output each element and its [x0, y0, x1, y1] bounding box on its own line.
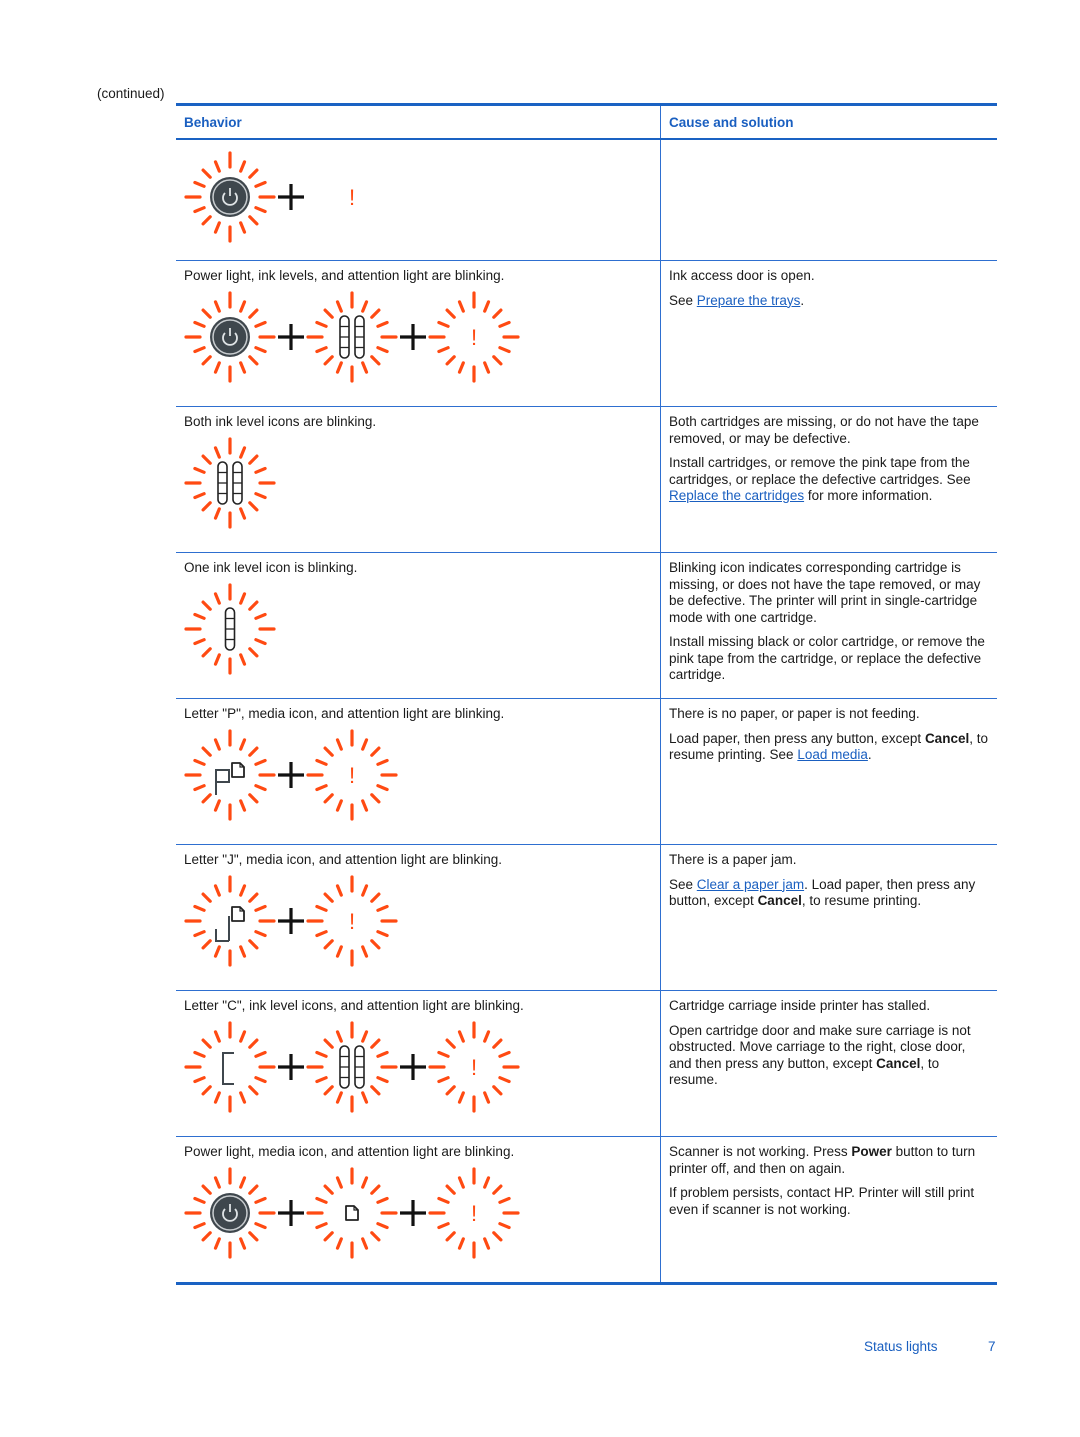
svg-text:!: !: [349, 185, 355, 210]
cause-cell: There is no paper, or paper is not feedi…: [669, 706, 988, 762]
icon-sequence: !: [184, 728, 652, 821]
ink-level-icon: [184, 582, 276, 675]
table-header: Behavior Cause and solution: [176, 106, 997, 140]
behavior-text: Letter "C", ink level icons, and attenti…: [184, 998, 524, 1013]
attention-light-icon: !: [428, 290, 520, 383]
cause-text: Blinking icon indicates corresponding ca…: [669, 560, 981, 625]
table-row: Power light, media icon, and attention l…: [176, 1136, 997, 1282]
cause-cell: There is a paper jam. See Clear a paper …: [661, 845, 997, 990]
cause-cell: Blinking icon indicates corresponding ca…: [661, 553, 997, 698]
load-media-link[interactable]: Load media: [797, 747, 868, 762]
plus-icon: [274, 1196, 308, 1230]
plus-icon: [274, 904, 308, 938]
plus-icon: [396, 1196, 430, 1230]
plus-icon: [396, 320, 430, 354]
cause-text: There is no paper, or paper is not feedi…: [669, 706, 920, 721]
icon-sequence: !: [184, 1020, 652, 1113]
cause-text: If problem persists, contact HP. Printer…: [669, 1185, 975, 1217]
cause-text: Both cartridges are missing, or do not h…: [669, 414, 979, 446]
ink-levels-icon: [306, 1020, 398, 1113]
cause-cell: Ink access door is open. See Prepare the…: [661, 261, 997, 406]
icon-sequence: [184, 436, 652, 529]
table-row: Letter "C", ink level icons, and attenti…: [176, 990, 997, 1136]
behavior-text: Letter "J", media icon, and attention li…: [184, 852, 503, 867]
icon-sequence: [184, 582, 652, 675]
ink-levels-icon: [184, 436, 276, 529]
cause-text: Install missing black or color cartridge…: [669, 634, 985, 682]
cause-text: There is a paper jam.: [669, 852, 797, 867]
cause-cell: Cartridge carriage inside printer has st…: [661, 991, 997, 1136]
attention-light-icon: !: [306, 728, 398, 821]
page-number: 7: [988, 1339, 996, 1354]
svg-text:!: !: [471, 1055, 477, 1080]
icon-sequence: !: [184, 290, 652, 383]
footer-section-title: Status lights: [864, 1339, 938, 1354]
clear-a-paper-jam-link[interactable]: Clear a paper jam: [697, 877, 804, 892]
cause-cell: Both cartridges are missing, or do not h…: [661, 407, 997, 552]
svg-text:!: !: [349, 763, 355, 788]
attention-light-icon: !: [306, 874, 398, 967]
table-row: Power light, ink levels, and attention l…: [176, 260, 997, 406]
cause-cell: [661, 140, 997, 260]
plus-icon: [274, 1050, 308, 1084]
svg-text:!: !: [349, 909, 355, 934]
behavior-text: Power light, media icon, and attention l…: [184, 1144, 515, 1159]
plus-icon: [274, 758, 308, 792]
plus-icon: [396, 1050, 430, 1084]
attention-light-icon: !: [428, 1166, 520, 1259]
cause-text: Cartridge carriage inside printer has st…: [669, 998, 931, 1013]
prepare-the-trays-link[interactable]: Prepare the trays: [697, 293, 801, 308]
attention-light-icon: !: [306, 151, 398, 243]
letter-p-media-icon: [184, 728, 276, 821]
status-lights-table: Behavior Cause and solution ! Power ligh…: [176, 103, 997, 1285]
behavior-text: Both ink level icons are blinking.: [184, 414, 377, 429]
table-row: Letter "J", media icon, and attention li…: [176, 844, 997, 990]
icon-sequence: !: [184, 874, 652, 967]
behavior-text: One ink level icon is blinking.: [184, 560, 358, 575]
table-row: !: [176, 140, 997, 260]
media-icon: [306, 1166, 398, 1259]
continued-label: (continued): [97, 86, 165, 101]
icon-sequence: !: [184, 151, 652, 243]
letter-j-media-icon: [184, 874, 276, 967]
table-row: Letter "P", media icon, and attention li…: [176, 698, 997, 844]
header-cause: Cause and solution: [669, 115, 794, 130]
cause-cell: Scanner is not working. Press Power butt…: [661, 1137, 997, 1282]
plus-icon: [274, 180, 308, 214]
power-light-icon: [184, 151, 276, 243]
plus-icon: [274, 320, 308, 354]
icon-sequence: !: [184, 1166, 652, 1259]
power-light-icon: [184, 1166, 276, 1259]
header-behavior: Behavior: [176, 106, 661, 138]
ink-levels-icon: [306, 290, 398, 383]
attention-light-icon: !: [428, 1020, 520, 1113]
behavior-text: Letter "P", media icon, and attention li…: [184, 706, 505, 721]
svg-text:!: !: [471, 1201, 477, 1226]
table-row: Both ink level icons are blinking. Both …: [176, 406, 997, 552]
cause-text: Ink access door is open.: [669, 268, 815, 283]
power-light-icon: [184, 290, 276, 383]
table-row: One ink level icon is blinking. Blinking…: [176, 552, 997, 698]
letter-c-icon: [184, 1020, 276, 1113]
svg-text:!: !: [471, 325, 477, 350]
replace-the-cartridges-link[interactable]: Replace the cartridges: [669, 488, 804, 503]
behavior-text: Power light, ink levels, and attention l…: [184, 268, 505, 283]
